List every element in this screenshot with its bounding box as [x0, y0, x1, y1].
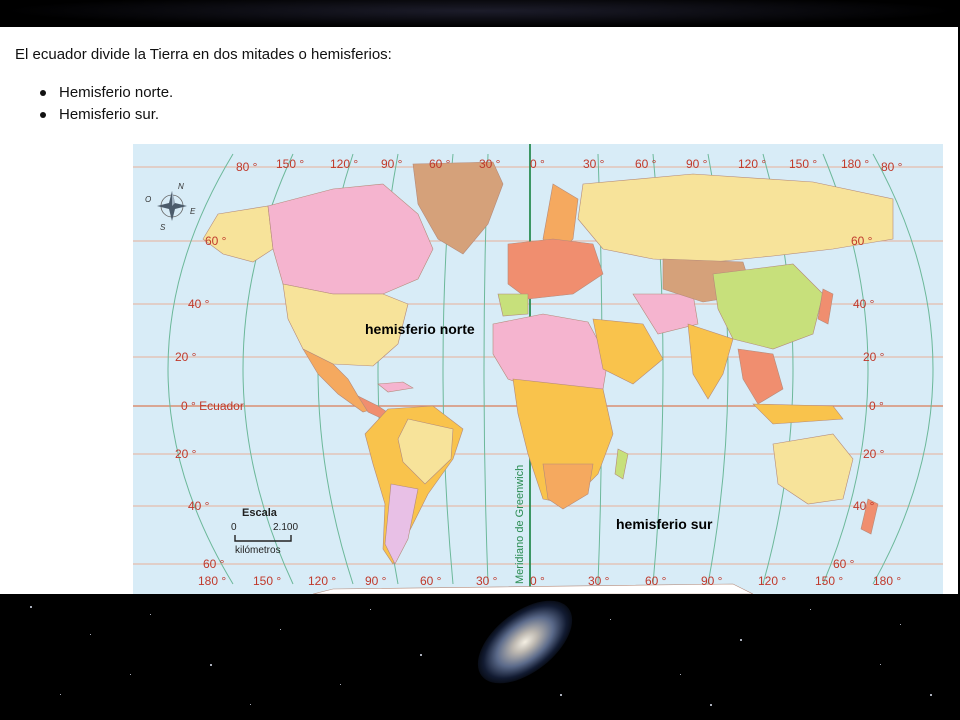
lon-label: 60 °	[429, 157, 451, 171]
china	[712, 263, 824, 350]
star	[30, 606, 32, 608]
space-background	[0, 594, 960, 720]
lon-label: 0 °	[530, 157, 545, 171]
lat-label: 0 °	[869, 399, 884, 413]
compass-o: O	[145, 195, 151, 204]
scale-line	[234, 535, 292, 542]
lon-label: 90 °	[381, 157, 403, 171]
lon-label: 90 °	[365, 574, 387, 588]
southern-africa	[542, 463, 594, 510]
star	[60, 694, 61, 695]
intro-text: El ecuador divide la Tierra en dos mitad…	[15, 46, 392, 63]
lon-label: 60 °	[645, 574, 667, 588]
map-svg: 80 ° 60 ° 40 ° 20 ° 0 ° Ecuador 20 ° 40 …	[133, 144, 943, 594]
star	[150, 614, 151, 615]
scale-min: 0	[231, 522, 237, 533]
compass-rose-icon: N S E O	[145, 182, 196, 232]
label-hemisphere-north: hemisferio norte	[365, 321, 475, 337]
longitude-labels-bottom: 180 ° 150 ° 120 ° 90 ° 60 ° 30 ° 0 ° 30 …	[198, 574, 901, 588]
star	[900, 624, 901, 625]
lon-label: 120 °	[330, 157, 358, 171]
compass-e: E	[190, 207, 196, 216]
label-hemisphere-south: hemisferio sur	[616, 516, 713, 532]
lat-label: 40 °	[853, 499, 875, 513]
europe	[507, 238, 604, 300]
lon-label: 180 °	[198, 574, 226, 588]
lon-label: 120 °	[738, 157, 766, 171]
star	[340, 684, 341, 685]
lat-label: 60 °	[833, 557, 855, 571]
canada	[267, 183, 434, 295]
star	[710, 704, 712, 706]
lon-label: 180 °	[873, 574, 901, 588]
star	[250, 704, 251, 705]
lat-label: 60 °	[203, 557, 225, 571]
star	[210, 664, 212, 666]
star	[810, 609, 811, 610]
world-political-map: 80 ° 60 ° 40 ° 20 ° 0 ° Ecuador 20 ° 40 …	[133, 144, 943, 594]
lat-label: 40 °	[188, 297, 210, 311]
scale-max: 2.100	[273, 522, 298, 533]
indonesia	[752, 403, 844, 425]
lon-label: 120 °	[308, 574, 336, 588]
lon-label: 30 °	[476, 574, 498, 588]
star	[90, 634, 91, 635]
lat-label: 80 °	[881, 160, 903, 174]
lat-label: 40 °	[188, 499, 210, 513]
compass-n: N	[178, 182, 184, 191]
star	[280, 629, 281, 630]
russia	[577, 173, 894, 263]
star	[680, 674, 681, 675]
lon-label: 0 °	[530, 574, 545, 588]
lon-label: 120 °	[758, 574, 786, 588]
australia	[772, 433, 854, 505]
lon-label: 150 °	[789, 157, 817, 171]
lon-label: 30 °	[583, 157, 605, 171]
galaxy-image	[463, 594, 587, 700]
lon-label: 90 °	[701, 574, 723, 588]
lon-label: 30 °	[479, 157, 501, 171]
hemisphere-list: Hemisferio norte. Hemisferio sur.	[40, 82, 173, 126]
lat-label: 40 °	[853, 297, 875, 311]
lon-label: 150 °	[815, 574, 843, 588]
star	[930, 694, 932, 696]
lat-label: 60 °	[851, 234, 873, 248]
india	[687, 323, 734, 400]
lat-label: 20 °	[863, 350, 885, 364]
lat-label: 20 °	[863, 447, 885, 461]
lon-label: 60 °	[635, 157, 657, 171]
star	[880, 664, 881, 665]
star	[370, 609, 371, 610]
bullet-north: Hemisferio norte.	[40, 82, 173, 104]
iberia	[497, 293, 529, 317]
lon-label: 60 °	[420, 574, 442, 588]
caribbean	[377, 381, 414, 393]
star	[560, 694, 562, 696]
landmasses	[202, 161, 894, 594]
star	[740, 639, 742, 641]
scale-unit: kilómetros	[235, 545, 281, 556]
slide-content: El ecuador divide la Tierra en dos mitad…	[0, 27, 958, 594]
lat-label: 60 °	[205, 234, 227, 248]
top-space-band	[0, 0, 960, 27]
scale-title: Escala	[242, 507, 278, 519]
lat-label: 20 °	[175, 350, 197, 364]
lon-label: 150 °	[253, 574, 281, 588]
bullet-south: Hemisferio sur.	[40, 104, 173, 126]
lat-label: 20 °	[175, 447, 197, 461]
longitude-labels-top: 150 ° 120 ° 90 ° 60 ° 30 ° 0 ° 30 ° 60 °…	[276, 157, 869, 171]
label-greenwich: Meridiano de Greenwich	[514, 465, 526, 584]
star	[130, 674, 131, 675]
lat-label: 80 °	[236, 160, 258, 174]
lon-label: 30 °	[588, 574, 610, 588]
scale-bar: Escala 0 2.100 kilómetros	[231, 507, 298, 556]
star	[610, 619, 611, 620]
lon-label: 90 °	[686, 157, 708, 171]
compass-s: S	[160, 223, 166, 232]
lon-label: 180 °	[841, 157, 869, 171]
lon-label: 150 °	[276, 157, 304, 171]
star	[420, 654, 422, 656]
lat-label: 0 ° Ecuador	[181, 399, 244, 413]
